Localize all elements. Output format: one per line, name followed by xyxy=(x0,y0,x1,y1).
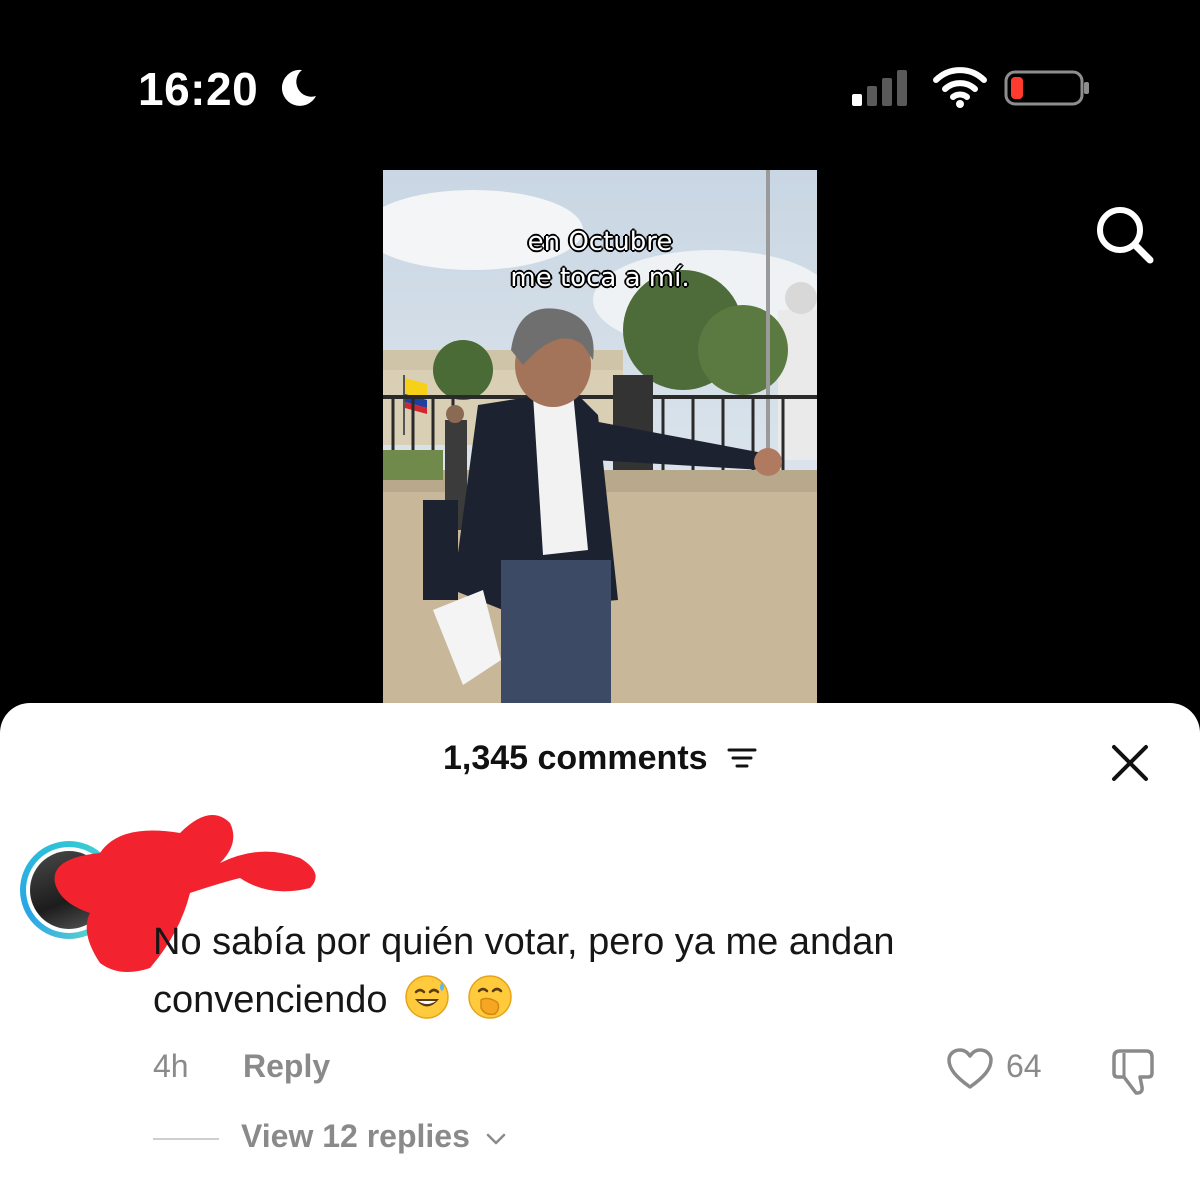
reply-button[interactable]: Reply xyxy=(243,1048,330,1085)
video-thumbnail[interactable]: en Octubre me toca a mí. xyxy=(383,170,817,710)
cellular-signal-icon xyxy=(852,70,907,106)
close-icon[interactable] xyxy=(1108,741,1152,785)
thumbs-down-icon[interactable] xyxy=(1110,1047,1158,1095)
status-bar: 16:20 xyxy=(0,0,1200,150)
replies-divider xyxy=(153,1138,219,1140)
heart-icon[interactable] xyxy=(946,1047,994,1091)
filter-icon[interactable] xyxy=(727,746,757,770)
grinning-sweat-emoji-icon xyxy=(405,975,449,1019)
wifi-icon xyxy=(933,67,987,108)
status-time: 16:20 xyxy=(138,63,259,115)
caption-line-1: en Octubre xyxy=(527,227,673,257)
hand-over-mouth-emoji-icon xyxy=(467,975,512,1019)
comments-sheet: 1,345 comments No sabía por quién votar,… xyxy=(0,703,1200,1186)
comments-count: 1,345 comments xyxy=(442,739,708,777)
view-replies-label: View 12 replies xyxy=(241,1118,470,1154)
moon-icon xyxy=(281,69,316,106)
chevron-down-icon xyxy=(486,1133,506,1144)
view-replies-button[interactable]: View 12 replies xyxy=(241,1118,507,1155)
comment-body: No sabía por quién votar, pero ya me and… xyxy=(153,921,895,1021)
comment-text: No sabía por quién votar, pero ya me and… xyxy=(153,913,1053,1029)
comment-time: 4h xyxy=(153,1048,189,1084)
caption-line-2: me toca a mí. xyxy=(510,263,690,293)
video-caption: en Octubre me toca a mí. xyxy=(383,224,817,296)
like-count: 64 xyxy=(1006,1048,1042,1084)
battery-low-icon xyxy=(1004,70,1089,106)
comments-header: 1,345 comments xyxy=(0,739,1200,778)
search-icon[interactable] xyxy=(1090,200,1160,270)
